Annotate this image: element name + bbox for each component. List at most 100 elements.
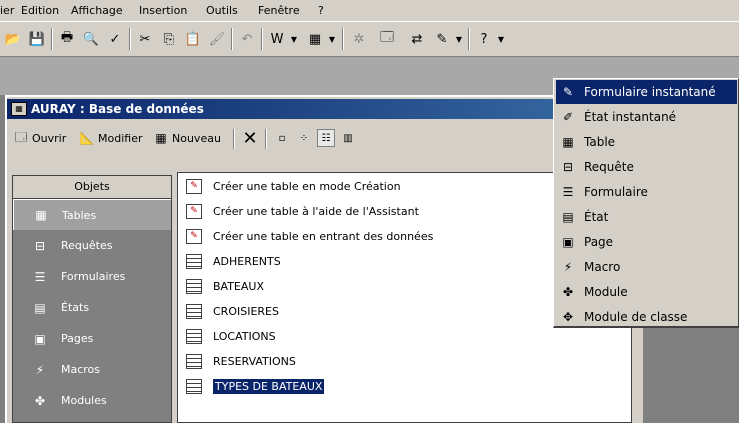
help-icon[interactable]: ? — [473, 28, 495, 50]
database-toolbar: 🗔 Ouvrir 📐 Modifier ▦ Nouveau ✕ ▫ ⁘ ☷ ▥ — [7, 123, 643, 153]
table-icon: ▦ — [562, 135, 574, 149]
list-item-table[interactable]: RESERVATIONS — [186, 351, 296, 371]
spelling-icon[interactable]: ✓ — [104, 28, 126, 50]
delete-icon[interactable]: ✕ — [241, 128, 259, 149]
toolbar-separator — [231, 28, 233, 50]
objects-item-pages[interactable]: ▣ Pages — [13, 323, 171, 354]
form-icon: ☰ — [562, 185, 574, 199]
menu-aide[interactable]: ? — [318, 4, 324, 17]
database-window-titlebar[interactable]: ▦ AURAY : Base de données — [7, 99, 643, 119]
page-icon: ▣ — [562, 235, 574, 249]
toolbar-separator — [342, 28, 344, 50]
print-icon[interactable]: 🖶 — [56, 28, 78, 50]
list-item-create-wizard[interactable]: ✎ Créer une table à l'aide de l'Assistan… — [186, 201, 419, 221]
objects-item-forms[interactable]: ☰ Formulaires — [13, 261, 171, 292]
menu-affichage[interactable]: Affichage — [71, 4, 123, 17]
list-item-create-design[interactable]: ✎ Créer une table en mode Création — [186, 176, 401, 196]
save-icon[interactable]: 💾 — [26, 28, 48, 50]
list-item-table[interactable]: LOCATIONS — [186, 326, 276, 346]
objects-item-reports[interactable]: ▤ États — [13, 292, 171, 323]
objects-bar: Objets ▦ Tables ⊟ Requêtes ☰ Formulaires… — [12, 175, 172, 423]
large-icons-view-icon[interactable]: ▫ — [273, 129, 291, 147]
table-icon — [186, 253, 202, 269]
objects-item-queries[interactable]: ⊟ Requêtes — [13, 230, 171, 261]
small-icons-view-icon[interactable]: ⁘ — [295, 129, 313, 147]
menu-outils[interactable]: Outils — [206, 4, 238, 17]
design-icon: 📐 — [79, 131, 95, 145]
menu-item-macro[interactable]: ⚡ Macro — [556, 255, 737, 279]
list-item-table[interactable]: CROISIERES — [186, 301, 279, 321]
form-icon: ☰ — [34, 269, 46, 284]
wizard-icon: ✎ — [186, 203, 202, 219]
module-icon: ✤ — [34, 393, 46, 408]
list-item-table[interactable]: ADHERENTS — [186, 251, 281, 271]
open-folder-icon[interactable]: 📂 — [2, 28, 24, 50]
wizard-icon: ✎ — [186, 228, 202, 244]
database-window: ▦ AURAY : Base de données 🗔 Ouvrir 📐 Mod… — [5, 95, 643, 423]
toolbar-separator — [261, 28, 263, 50]
menu-item-autoform[interactable]: ✎ Formulaire instantané — [556, 80, 737, 104]
report-icon: ▤ — [34, 300, 46, 315]
print-preview-icon[interactable]: 🔍 — [80, 28, 102, 50]
relationships-icon[interactable]: ⇄ — [406, 28, 428, 50]
menu-edition[interactable]: Edition — [21, 4, 59, 17]
menu-item-form[interactable]: ☰ Formulaire — [556, 180, 737, 204]
paste-icon[interactable]: 📋 — [182, 28, 204, 50]
autoreport-icon: ✐ — [562, 110, 574, 124]
menu-item-page[interactable]: ▣ Page — [556, 230, 737, 254]
autoform-icon: ✎ — [562, 85, 574, 99]
toolbar-separator — [468, 28, 470, 50]
new-object-menu: ✎ Formulaire instantané ✐ État instantan… — [553, 78, 739, 328]
toolbar-separator — [265, 129, 267, 149]
menu-fichier[interactable]: ier — [0, 4, 14, 17]
analyze-icon[interactable]: ▦ — [304, 28, 326, 50]
macro-icon: ⚡ — [35, 362, 45, 377]
undo-icon[interactable]: ↶ — [236, 28, 258, 50]
cut-icon[interactable]: ✂ — [134, 28, 156, 50]
menu-item-query[interactable]: ⊟ Requête — [556, 155, 737, 179]
office-links-icon[interactable]: W — [266, 28, 288, 50]
list-item-table[interactable]: BATEAUX — [186, 276, 264, 296]
toolbar-separator — [129, 28, 131, 50]
menu-item-autoreport[interactable]: ✐ État instantané — [556, 105, 737, 129]
menu-item-table[interactable]: ▦ Table — [556, 130, 737, 154]
list-item-table-selected[interactable]: TYPES DE BATEAUX — [186, 376, 326, 396]
open-icon: 🗔 — [14, 129, 28, 144]
details-view-icon[interactable]: ▥ — [339, 129, 357, 147]
chevron-down-icon[interactable]: ▼ — [454, 28, 464, 50]
list-view-icon[interactable]: ☷ — [317, 129, 335, 147]
table-icon — [186, 328, 202, 344]
menu-item-class-module[interactable]: ✥ Module de classe — [556, 305, 737, 329]
main-toolbar: 📂 💾 🖶 🔍 ✓ ✂ ⎘ 📋 🖌 ↶ W ▼ ▦ ▼ ✲ 🗔 ⇄ ✎ ▼ ? … — [0, 22, 739, 57]
format-painter-icon[interactable]: 🖌 — [206, 28, 228, 50]
properties-icon[interactable]: 🗔 — [376, 28, 398, 50]
copy-icon[interactable]: ⎘ — [158, 28, 180, 50]
menu-item-report[interactable]: ▤ État — [556, 205, 737, 229]
menu-fenetre[interactable]: Fenêtre — [258, 4, 300, 17]
menu-insertion[interactable]: Insertion — [139, 4, 187, 17]
objects-item-modules[interactable]: ✤ Modules — [13, 385, 171, 416]
new-object-icon[interactable]: ✎ — [431, 28, 453, 50]
page-icon: ▣ — [34, 331, 46, 346]
list-item-create-data-entry[interactable]: ✎ Créer une table en entrant des données — [186, 226, 433, 246]
objects-header[interactable]: Objets — [13, 176, 171, 199]
modify-button[interactable]: 📐 Modifier — [79, 130, 143, 146]
table-icon: ▦ — [35, 208, 47, 222]
menu-item-module[interactable]: ✤ Module — [556, 280, 737, 304]
table-icon — [186, 278, 202, 294]
objects-item-macros[interactable]: ⚡ Macros — [13, 354, 171, 385]
query-icon: ⊟ — [34, 238, 46, 253]
menu-bar: ier Edition Affichage Insertion Outils F… — [0, 0, 739, 22]
code-icon[interactable]: ✲ — [348, 28, 370, 50]
new-button[interactable]: ▦ Nouveau — [153, 130, 221, 146]
report-icon: ▤ — [562, 210, 574, 224]
chevron-down-icon[interactable]: ▼ — [327, 28, 337, 50]
query-icon: ⊟ — [562, 160, 574, 174]
table-icon — [186, 353, 202, 369]
chevron-down-icon[interactable]: ▼ — [496, 28, 506, 50]
chevron-down-icon[interactable]: ▼ — [289, 28, 299, 50]
objects-item-tables[interactable]: ▦ Tables — [13, 199, 171, 230]
database-icon: ▦ — [11, 102, 27, 116]
class-module-icon: ✥ — [562, 310, 574, 324]
open-button[interactable]: 🗔 Ouvrir — [13, 130, 66, 146]
